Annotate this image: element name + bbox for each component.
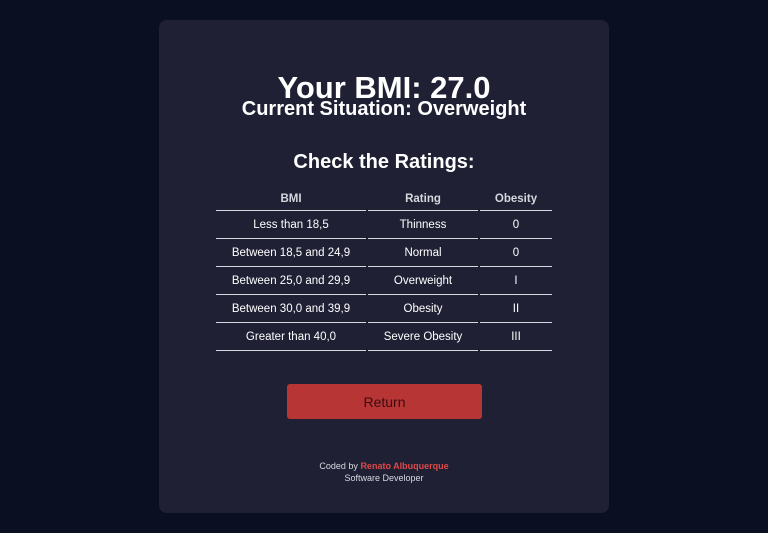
cell-rating: Normal [368, 239, 478, 267]
header-obesity: Obesity [480, 188, 552, 211]
cell-bmi: Between 30,0 and 39,9 [216, 295, 366, 323]
ratings-title: Check the Ratings: [293, 151, 475, 173]
cell-obesity: III [480, 323, 552, 351]
table-row: Between 30,0 and 39,9 Obesity II [216, 295, 552, 323]
cell-rating: Thinness [368, 211, 478, 239]
ratings-table: BMI Rating Obesity Less than 18,5 Thinne… [214, 188, 554, 351]
table-row: Between 18,5 and 24,9 Normal 0 [216, 239, 552, 267]
result-card: Your BMI: 27.0 Current Situation: Overwe… [159, 20, 609, 513]
table-row: Less than 18,5 Thinness 0 [216, 211, 552, 239]
author-role: Software Developer [344, 473, 424, 483]
cell-rating: Severe Obesity [368, 323, 478, 351]
table-row: Between 25,0 and 29,9 Overweight I [216, 267, 552, 295]
table-header-row: BMI Rating Obesity [216, 188, 552, 211]
return-button[interactable]: Return [287, 384, 482, 419]
cell-obesity: 0 [480, 211, 552, 239]
cell-obesity: I [480, 267, 552, 295]
table-row: Greater than 40,0 Severe Obesity III [216, 323, 552, 351]
footer-credit: Coded by Renato Albuquerque [159, 460, 609, 472]
current-situation: Current Situation: Overweight [241, 98, 527, 120]
cell-bmi: Less than 18,5 [216, 211, 366, 239]
coded-by-label: Coded by [319, 461, 358, 471]
cell-bmi: Greater than 40,0 [216, 323, 366, 351]
header-bmi: BMI [216, 188, 366, 211]
author-link[interactable]: Renato Albuquerque [360, 461, 448, 471]
cell-obesity: II [480, 295, 552, 323]
cell-obesity: 0 [480, 239, 552, 267]
cell-rating: Obesity [368, 295, 478, 323]
header-rating: Rating [368, 188, 478, 211]
cell-bmi: Between 25,0 and 29,9 [216, 267, 366, 295]
cell-bmi: Between 18,5 and 24,9 [216, 239, 366, 267]
cell-rating: Overweight [368, 267, 478, 295]
footer: Coded by Renato Albuquerque Software Dev… [159, 460, 609, 484]
